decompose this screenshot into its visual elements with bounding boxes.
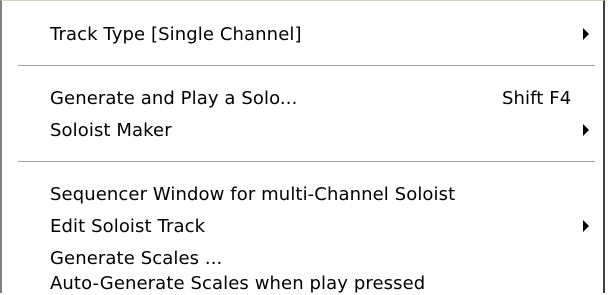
menu-item-shortcut: Shift F4	[502, 87, 572, 109]
menu-item-label: Generate and Play a Solo...	[50, 87, 298, 109]
menu-item-edit-soloist-track[interactable]: Edit Soloist Track	[2, 210, 603, 242]
menu-item-label: Sequencer Window for multi-Channel Soloi…	[50, 183, 456, 205]
submenu-arrow-icon	[583, 28, 589, 40]
menu-item-generate-scales[interactable]: Generate Scales ...	[2, 242, 603, 274]
menu-separator	[18, 161, 595, 163]
submenu-arrow-icon	[583, 220, 589, 232]
menu-item-soloist-maker[interactable]: Soloist Maker	[2, 114, 603, 146]
menu-item-label: Soloist Maker	[50, 119, 172, 141]
menu-item-auto-generate-scales[interactable]: Auto-Generate Scales when play pressed	[2, 271, 603, 295]
submenu-arrow-icon	[583, 124, 589, 136]
menu-item-label: Generate Scales ...	[50, 247, 223, 269]
menu-separator	[18, 65, 595, 67]
menu-item-generate-play-solo[interactable]: Generate and Play a Solo... Shift F4	[2, 82, 603, 114]
menu-item-sequencer-window[interactable]: Sequencer Window for multi-Channel Soloi…	[2, 178, 603, 210]
menu-item-label: Track Type [Single Channel]	[50, 23, 302, 45]
menu-item-label: Edit Soloist Track	[50, 215, 206, 237]
menu-item-label: Auto-Generate Scales when play pressed	[50, 272, 426, 294]
context-menu: Track Type [Single Channel] Generate and…	[0, 0, 605, 295]
menu-item-track-type[interactable]: Track Type [Single Channel]	[2, 18, 603, 50]
